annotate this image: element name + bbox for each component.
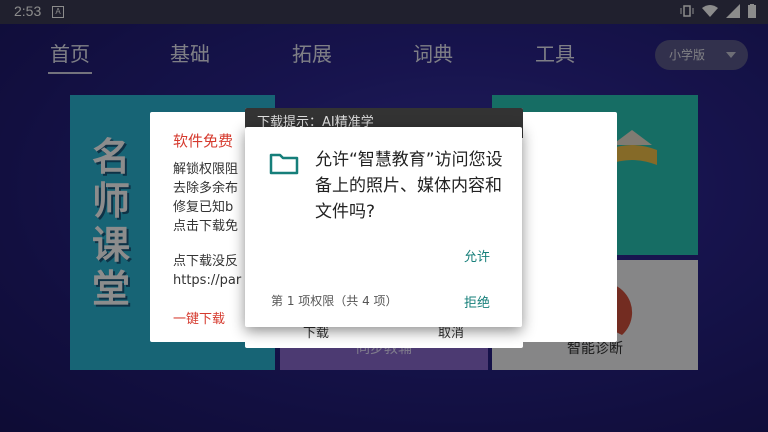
allow-button[interactable]: 允许	[464, 246, 490, 265]
deny-button[interactable]: 拒绝	[464, 292, 490, 311]
one-click-download-button[interactable]: 一键下载	[173, 308, 225, 327]
update-dialog-title: 软件免费	[173, 132, 234, 150]
folder-icon	[269, 151, 299, 179]
permission-message: 允许“智慧教育”访问您设备上的照片、媒体内容和文件吗?	[315, 150, 503, 222]
permission-count: 第 1 项权限（共 4 项）	[271, 294, 398, 308]
permission-dialog: 允许“智慧教育”访问您设备上的照片、媒体内容和文件吗? 允许 第 1 项权限（共…	[245, 127, 522, 327]
